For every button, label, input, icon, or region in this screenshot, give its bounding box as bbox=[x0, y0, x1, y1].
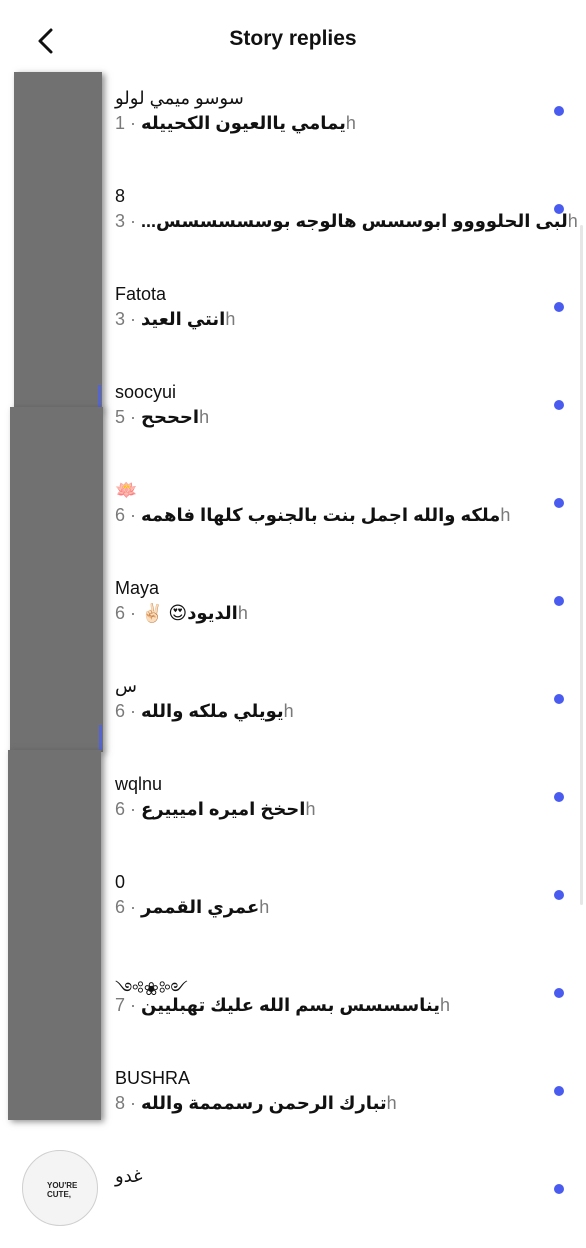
unread-dot bbox=[554, 792, 564, 802]
reply-message: احححح bbox=[141, 407, 200, 427]
reply-username: Maya bbox=[115, 578, 160, 598]
reply-line: لبى الحلوووو ابوسسس هالوجه بوسسسسسس... ·… bbox=[115, 211, 578, 231]
reply-username: 8 bbox=[115, 186, 126, 206]
reply-username: س bbox=[115, 676, 137, 696]
reply-line: ملكه والله اجمل بنت بالجنوب كلهاا فاهمه … bbox=[115, 505, 511, 525]
unread-dot bbox=[554, 988, 564, 998]
reply-message: عمري القممر bbox=[141, 897, 260, 917]
unread-dot bbox=[554, 1184, 564, 1194]
avatar-caption: YOU'RE CUTE, bbox=[47, 1181, 78, 1199]
reply-message: تبارك الرحمن رسمممة والله bbox=[141, 1093, 387, 1113]
reply-username: wqlnu bbox=[115, 774, 163, 794]
reply-message: الديود😍 ✌🏻 bbox=[141, 603, 238, 623]
reply-message: احخخ اميره اميييرع bbox=[141, 799, 306, 819]
reply-username: BUSHRA bbox=[115, 1068, 191, 1088]
reply-username: سوسو ميمي لولو bbox=[115, 88, 244, 108]
reply-line: احخخ اميره اميييرع · 6h bbox=[115, 799, 316, 819]
unread-dot bbox=[554, 596, 564, 606]
reply-line: عمري القممر · 6h bbox=[115, 897, 270, 917]
list-item[interactable]: Maya الديود😍 ✌🏻 · 6h bbox=[0, 562, 586, 660]
reply-message: انتي العيد bbox=[141, 309, 226, 329]
unread-dot bbox=[554, 498, 564, 508]
reply-message: لبى الحلوووو ابوسسس هالوجه بوسسسسسس... bbox=[141, 211, 568, 231]
unread-dot bbox=[554, 1086, 564, 1096]
reply-line: يويلي ملكه والله · 6h bbox=[115, 701, 294, 721]
reply-line: يناسسسس بسم الله عليك تهبليين · 7h bbox=[115, 995, 451, 1015]
list-item[interactable]: ༺❀༻ يناسسسس بسم الله عليك تهبليين · 7h bbox=[0, 954, 586, 1052]
unread-dot bbox=[554, 204, 564, 214]
reply-message: يناسسسس بسم الله عليك تهبليين bbox=[141, 995, 441, 1015]
reply-username: soocyui bbox=[115, 382, 177, 402]
unread-dot bbox=[554, 302, 564, 312]
unread-dot bbox=[554, 694, 564, 704]
avatar[interactable]: YOU'RE CUTE, bbox=[22, 1150, 98, 1226]
page-title: Story replies bbox=[229, 27, 357, 50]
header: Story replies bbox=[0, 0, 586, 80]
list-item[interactable]: 0 عمري القممر · 6h bbox=[0, 856, 586, 954]
reply-username: 0 bbox=[115, 872, 126, 892]
reply-line: احححح · 5h bbox=[115, 407, 210, 427]
list-item[interactable]: سوسو ميمي لولو يمامي ياالعيون الكحييله ·… bbox=[0, 72, 586, 170]
list-item[interactable]: BUSHRA تبارك الرحمن رسمممة والله · 8h bbox=[0, 1052, 586, 1150]
list-item[interactable]: soocyui احححح · 5h bbox=[0, 366, 586, 464]
reply-line: انتي العيد · 3h bbox=[115, 309, 236, 329]
list-item[interactable]: 8 لبى الحلوووو ابوسسس هالوجه بوسسسسسس...… bbox=[0, 170, 586, 268]
unread-dot bbox=[554, 106, 564, 116]
reply-line: الديود😍 ✌🏻 · 6h bbox=[115, 603, 248, 623]
unread-dot bbox=[554, 890, 564, 900]
list-item[interactable]: 🪷 ملكه والله اجمل بنت بالجنوب كلهاا فاهم… bbox=[0, 464, 586, 562]
reply-username: غدو bbox=[115, 1166, 143, 1186]
reply-username: Fatota bbox=[115, 284, 167, 304]
reply-message: يمامي ياالعيون الكحييله bbox=[141, 113, 346, 133]
list-item[interactable]: wqlnu احخخ اميره اميييرع · 6h bbox=[0, 758, 586, 856]
list-item[interactable]: س يويلي ملكه والله · 6h bbox=[0, 660, 586, 758]
reply-message: يويلي ملكه والله bbox=[141, 701, 284, 721]
unread-dot bbox=[554, 400, 564, 410]
reply-username: 🪷 bbox=[115, 480, 138, 500]
reply-line: تبارك الرحمن رسمممة والله · 8h bbox=[115, 1093, 397, 1113]
reply-line: يمامي ياالعيون الكحييله · 1h bbox=[115, 113, 356, 133]
list-item[interactable]: Fatota انتي العيد · 3h bbox=[0, 268, 586, 366]
reply-message: ملكه والله اجمل بنت بالجنوب كلهاا فاهمه bbox=[141, 505, 501, 525]
